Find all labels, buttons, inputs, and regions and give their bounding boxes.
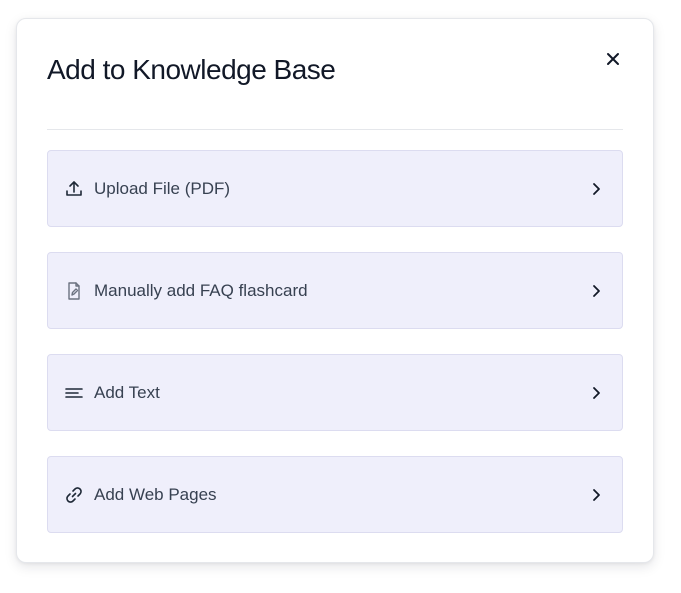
add-web-pages-option[interactable]: Add Web Pages <box>47 456 623 533</box>
chevron-right-icon <box>588 181 604 197</box>
divider <box>47 129 623 130</box>
chevron-right-icon <box>588 385 604 401</box>
options-list: Upload File (PDF) Manually add FAQ flash… <box>47 150 623 558</box>
add-text-option[interactable]: Add Text <box>47 354 623 431</box>
option-label: Upload File (PDF) <box>94 178 231 198</box>
file-edit-icon <box>64 281 84 301</box>
option-label: Add Text <box>94 382 160 402</box>
chevron-right-icon <box>588 487 604 503</box>
chevron-right-icon <box>588 283 604 299</box>
upload-file-option[interactable]: Upload File (PDF) <box>47 150 623 227</box>
link-icon <box>64 485 84 505</box>
modal-title: Add to Knowledge Base <box>47 54 336 85</box>
close-icon <box>606 52 620 66</box>
option-label: Manually add FAQ flashcard <box>94 280 308 300</box>
option-label: Add Web Pages <box>94 484 217 504</box>
text-lines-icon <box>64 383 84 403</box>
add-to-knowledge-base-modal: Add to Knowledge Base Upload File (PDF) <box>16 18 654 563</box>
close-button[interactable] <box>603 49 623 69</box>
upload-icon <box>64 179 84 199</box>
add-faq-flashcard-option[interactable]: Manually add FAQ flashcard <box>47 252 623 329</box>
